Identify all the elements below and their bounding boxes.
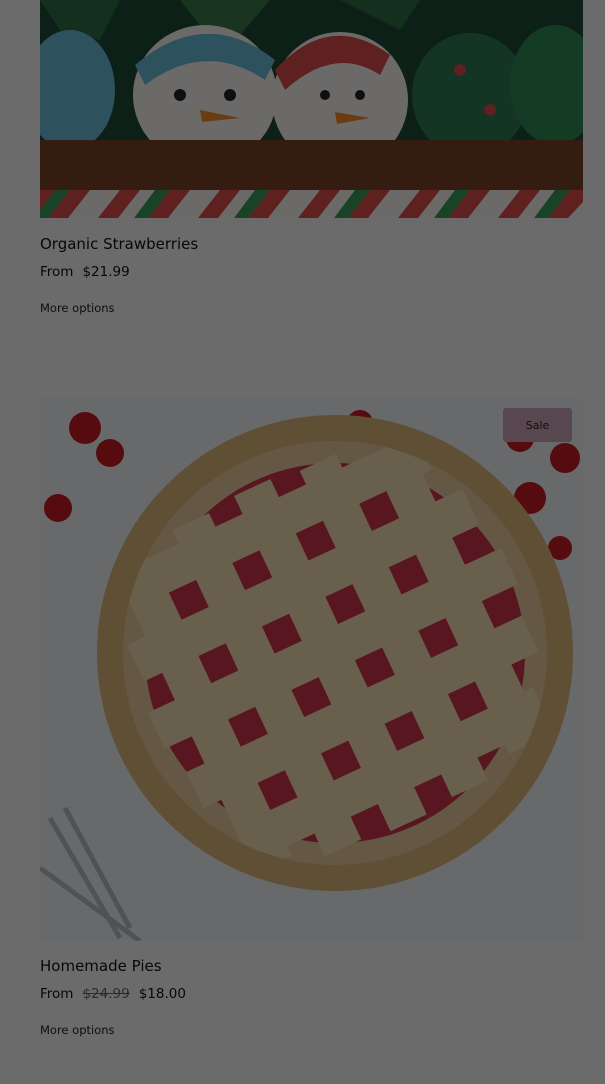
- product-title[interactable]: Homemade Pies: [40, 957, 162, 975]
- product-card-organic-strawberries[interactable]: Organic Strawberries From $21.99 More opt…: [40, 0, 583, 330]
- product-card-homemade-pies[interactable]: Sale Homemade Pies From $24.99 $18.00 More…: [40, 398, 583, 1048]
- from-label: From: [40, 264, 74, 280]
- price: $21.99: [82, 264, 130, 280]
- sale-badge: Sale: [503, 408, 572, 442]
- product-image-pies[interactable]: Sale: [40, 398, 583, 941]
- compare-at-price: $24.99: [82, 986, 130, 1002]
- price-row: From $21.99: [40, 264, 139, 280]
- from-label: From: [40, 986, 74, 1002]
- product-title[interactable]: Organic Strawberries: [40, 235, 198, 253]
- sale-price: $18.00: [138, 986, 186, 1002]
- product-image-strawberries[interactable]: [40, 0, 583, 218]
- cherry-pie-image: [40, 398, 583, 941]
- more-options-button[interactable]: More options: [40, 1023, 115, 1037]
- price-row: From $24.99 $18.00: [40, 986, 195, 1002]
- chocolate-strawberries-image: [40, 0, 583, 218]
- more-options-button[interactable]: More options: [40, 301, 115, 315]
